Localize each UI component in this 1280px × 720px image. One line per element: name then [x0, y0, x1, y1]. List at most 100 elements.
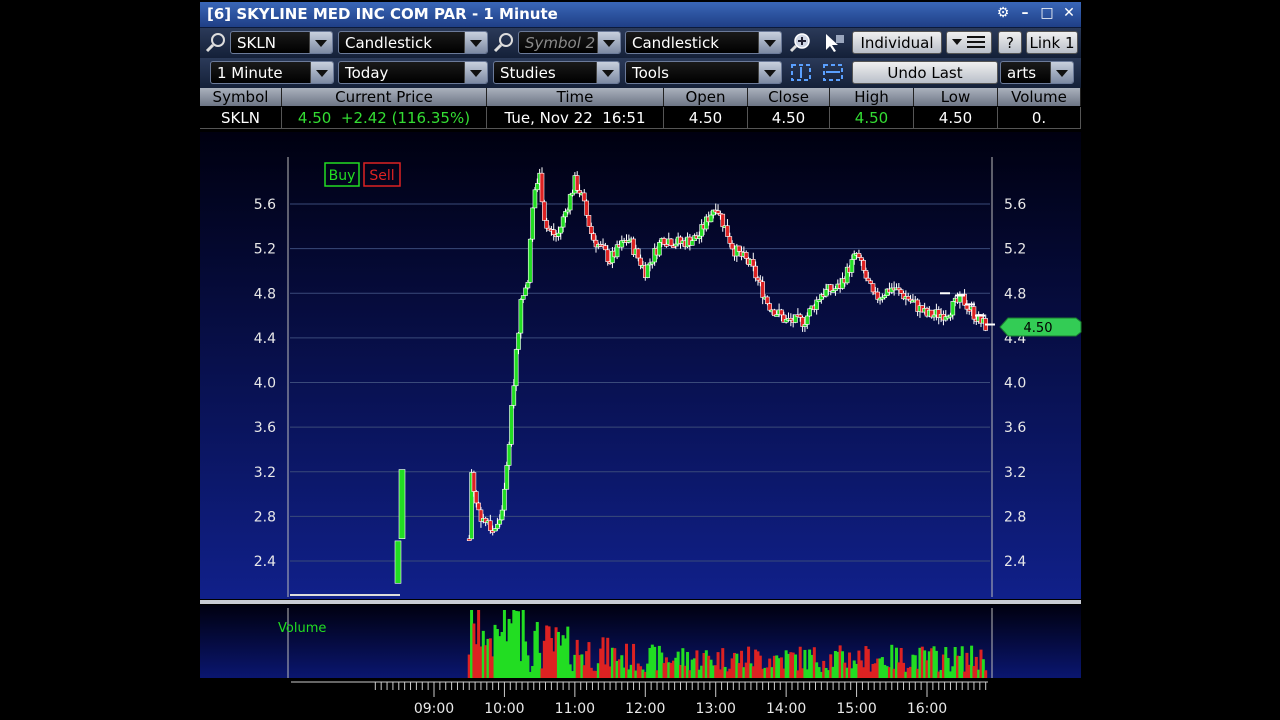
- candle-body: [542, 201, 547, 221]
- candle-body: [488, 520, 493, 531]
- y-tick-label-left: 2.4: [254, 554, 276, 570]
- candle-body: [720, 213, 726, 228]
- candle-body: [574, 175, 580, 191]
- candle-body: [558, 226, 564, 234]
- candle-body: [570, 192, 575, 196]
- candle-body: [807, 308, 812, 317]
- last-price-tag-label: 4.50: [1024, 321, 1053, 336]
- candle-body: [584, 200, 589, 216]
- candle-body: [753, 265, 758, 279]
- candle-body: [833, 288, 838, 291]
- candle-body: [673, 243, 679, 247]
- candle-body: [645, 264, 650, 278]
- candle-body: [473, 491, 479, 504]
- y-tick-label-left: 4.8: [254, 286, 276, 302]
- price-chart[interactable]: 5.6 5.65.2 5.24.8 4.84.4 4.44.0 4.03.6 3.63.2 3…: [0, 0, 1280, 720]
- candle-body: [868, 280, 873, 284]
- candle-body: [931, 314, 937, 318]
- candle-body: [863, 270, 869, 279]
- candle-body: [668, 238, 674, 246]
- candle-body: [971, 306, 977, 320]
- x-tick-label: 11:00: [555, 701, 595, 717]
- candle-body: [755, 277, 761, 281]
- candle-body: [518, 299, 524, 334]
- candle-body: [861, 260, 866, 271]
- x-tick-label: 09:00: [414, 701, 454, 717]
- candle-body: [504, 465, 510, 490]
- candle-body: [520, 295, 526, 300]
- candle-body: [586, 215, 592, 227]
- candle-body: [905, 296, 911, 300]
- y-tick-label-left: 3.2: [254, 465, 276, 481]
- candle-body: [804, 315, 810, 325]
- pane-divider[interactable]: [200, 600, 1081, 604]
- candle-body: [858, 257, 864, 261]
- candle-body: [661, 238, 667, 245]
- candle-body: [516, 332, 521, 350]
- candle-body: [471, 472, 477, 492]
- candle-body: [767, 303, 773, 311]
- y-tick-label-right: 4.8: [1004, 286, 1026, 302]
- candle-body: [657, 242, 662, 256]
- candle-body: [560, 216, 566, 228]
- candle-body: [736, 245, 742, 252]
- volume-bar: [984, 670, 988, 678]
- y-tick-label-right: 2.8: [1004, 509, 1026, 525]
- candle-body: [509, 405, 514, 445]
- candle-body: [394, 540, 402, 584]
- candle-body: [898, 289, 904, 294]
- candle-body: [534, 183, 540, 191]
- candle-body: [525, 282, 531, 289]
- candle-body: [689, 240, 695, 246]
- candle-body: [823, 289, 829, 297]
- candle-body: [849, 259, 855, 273]
- candle-body: [750, 259, 756, 267]
- candle-body: [729, 243, 735, 250]
- y-tick-label-left: 4.0: [254, 376, 276, 392]
- x-tick-label: 12:00: [625, 701, 665, 717]
- candle-body: [708, 214, 714, 223]
- candle-body: [544, 220, 549, 229]
- sell-legend-label: Sell: [369, 168, 394, 184]
- candle-body: [539, 172, 545, 203]
- candle-body: [743, 252, 749, 259]
- candle-body: [567, 194, 573, 211]
- candle-body: [605, 249, 611, 263]
- y-tick-label-left: 2.8: [254, 509, 276, 525]
- candle-body: [492, 528, 498, 532]
- candle-body: [765, 296, 770, 304]
- candle-body: [581, 192, 587, 202]
- candle-body: [870, 283, 876, 293]
- candle-body: [797, 314, 803, 318]
- y-tick-label-right: 2.4: [1004, 554, 1026, 570]
- candle-body: [527, 238, 533, 283]
- candle-body: [635, 248, 641, 259]
- candle-body: [476, 502, 481, 511]
- buy-legend-label: Buy: [329, 168, 356, 184]
- candle-body: [502, 488, 507, 511]
- price-pane-background: [200, 132, 1081, 599]
- candle-body: [588, 226, 594, 234]
- y-tick-label-right: 3.6: [1004, 420, 1026, 436]
- candle-body: [696, 235, 702, 239]
- y-tick-label-right: 4.0: [1004, 376, 1026, 392]
- candle-body: [802, 324, 808, 327]
- candle-body: [495, 523, 500, 529]
- y-tick-label-left: 5.6: [254, 197, 276, 213]
- candle-body: [866, 277, 871, 282]
- y-tick-label-right: 5.6: [1004, 197, 1026, 213]
- candle-body: [530, 207, 535, 240]
- candle-body: [532, 189, 538, 209]
- candle-body: [760, 281, 765, 298]
- candle-body: [499, 509, 505, 521]
- candle-body: [556, 232, 561, 237]
- x-tick-label: 15:00: [836, 701, 876, 717]
- y-tick-label-left: 3.6: [254, 420, 276, 436]
- candle-body: [603, 245, 608, 251]
- candle-body: [523, 287, 528, 296]
- candle-body: [513, 349, 519, 387]
- candle-body: [725, 225, 730, 237]
- candle-body: [727, 236, 733, 244]
- y-tick-label-right: 5.2: [1004, 242, 1026, 258]
- candle-body: [591, 233, 596, 241]
